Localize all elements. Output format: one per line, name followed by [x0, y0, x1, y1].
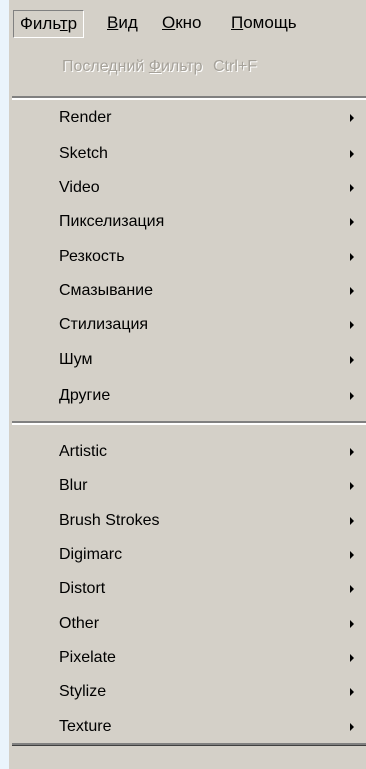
menu-item-sharpen[interactable]: Резкость: [9, 242, 366, 272]
menu-item-blur[interactable]: Blur: [9, 471, 366, 501]
menu-item-label: Sketch: [59, 145, 108, 162]
menu-help[interactable]: Помощь: [225, 10, 303, 36]
submenu-arrow-icon: [350, 150, 354, 158]
menu-separator: [12, 421, 366, 425]
menu-item-video[interactable]: Video: [9, 173, 366, 203]
menu-item-blur-ru[interactable]: Смазывание: [9, 276, 366, 306]
menu-item-label: Digimarc: [59, 546, 123, 563]
menu-item-label: Резкость: [59, 248, 125, 265]
menu-item-label: Pixelate: [59, 649, 116, 666]
submenu-arrow-icon: [350, 517, 354, 525]
menu-item-label: Другие: [59, 387, 111, 404]
menu-item-distort[interactable]: Distort: [9, 574, 366, 604]
submenu-arrow-icon: [350, 551, 354, 559]
submenu-arrow-icon: [350, 688, 354, 696]
menu-item-label: Distort: [59, 580, 106, 597]
menu-item-stylize-ru[interactable]: Стилизация: [9, 310, 366, 340]
menu-help-label: Помощь: [231, 13, 297, 32]
menu-filter[interactable]: Фильтр: [13, 10, 85, 38]
menu-item-label: Video: [59, 179, 100, 196]
submenu-arrow-icon: [350, 585, 354, 593]
menu-bar: Фильтр Вид Окно Помощь: [9, 0, 366, 42]
menu-item-label: Texture: [59, 718, 112, 735]
submenu-arrow-icon: [350, 287, 354, 295]
menu-item-label: Artistic: [59, 443, 107, 460]
menu-item-digimarc[interactable]: Digimarc: [9, 540, 366, 570]
last-filter-shortcut: Ctrl+F: [213, 58, 257, 75]
menu-item-label: Brush Strokes: [59, 512, 160, 529]
submenu-arrow-icon: [350, 356, 354, 364]
last-filter-label: Последний Фильтр: [62, 58, 203, 75]
menu-item-label: Stylize: [59, 683, 107, 700]
submenu-arrow-icon: [350, 654, 354, 662]
menu-item-pixelate[interactable]: Pixelate: [9, 643, 366, 673]
menu-item-noise[interactable]: Шум: [9, 345, 366, 375]
menu-window[interactable]: Окно: [156, 10, 208, 36]
menu-item-brush-strokes[interactable]: Brush Strokes: [9, 506, 366, 536]
submenu-arrow-icon: [350, 392, 354, 400]
submenu-arrow-icon: [350, 448, 354, 456]
last-filter-item: Последний Фильтр Ctrl+F: [62, 55, 257, 79]
submenu-arrow-icon: [350, 184, 354, 192]
submenu-arrow-icon: [350, 482, 354, 490]
menu-item-label: Render: [59, 109, 112, 126]
menu-view[interactable]: Вид: [101, 10, 144, 36]
submenu-arrow-icon: [350, 723, 354, 731]
submenu-arrow-icon: [350, 114, 354, 122]
submenu-arrow-icon: [350, 218, 354, 226]
menu-bottom-edge: [12, 743, 366, 746]
menu-view-label: Вид: [107, 13, 138, 32]
menu-item-label: Стилизация: [59, 316, 149, 333]
menu-item-artistic[interactable]: Artistic: [9, 437, 366, 467]
submenu-arrow-icon: [350, 253, 354, 261]
menu-item-sketch[interactable]: Sketch: [9, 139, 366, 169]
submenu-arrow-icon: [350, 321, 354, 329]
menu-item-pixelization[interactable]: Пикселизация: [9, 207, 366, 237]
menu-item-other-ru[interactable]: Другие: [9, 381, 366, 411]
submenu-arrow-icon: [350, 620, 354, 628]
menu-item-label: Смазывание: [59, 282, 153, 299]
menu-item-other[interactable]: Other: [9, 609, 366, 639]
menu-separator: [12, 96, 366, 100]
menu-item-label: Blur: [59, 477, 88, 494]
menu-item-stylize[interactable]: Stylize: [9, 677, 366, 707]
menu-item-render[interactable]: Render: [9, 103, 366, 133]
menu-item-label: Other: [59, 615, 100, 632]
menu-filter-label: Фильтр: [20, 14, 78, 33]
menu-item-label: Шум: [59, 351, 93, 368]
menu-window-label: Окно: [162, 13, 202, 32]
menu-item-texture[interactable]: Texture: [9, 712, 366, 742]
menu-item-label: Пикселизация: [59, 213, 165, 230]
